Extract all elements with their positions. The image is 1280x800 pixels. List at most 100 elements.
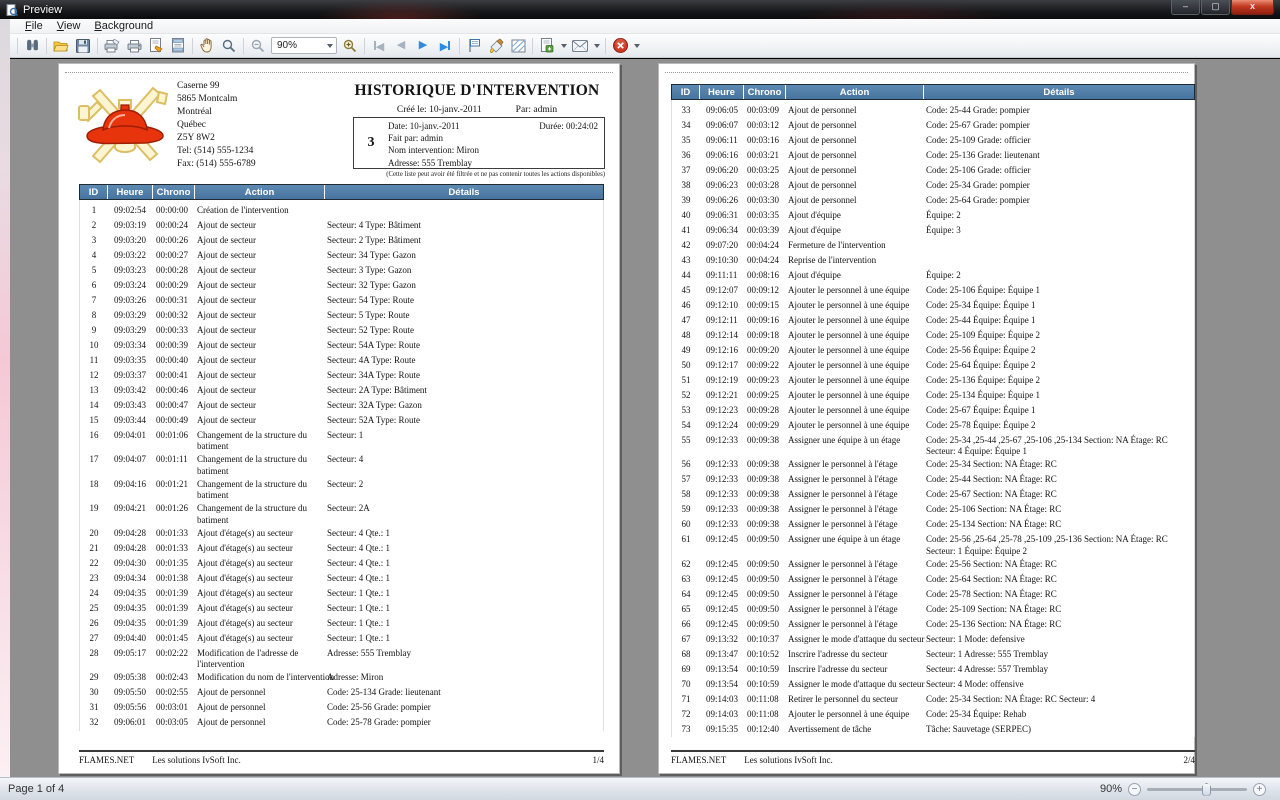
cell-action: Ajout d'étage(s) au secteur bbox=[195, 586, 325, 599]
cell-chrono: 00:01:35 bbox=[153, 556, 195, 569]
maximize-button[interactable]: ▢ bbox=[1201, 0, 1230, 15]
cell-id: 17 bbox=[80, 453, 108, 466]
cell-action: Ajout de personnel bbox=[195, 716, 325, 729]
export-dropdown-button[interactable] bbox=[558, 36, 569, 56]
close-preview-button[interactable] bbox=[609, 36, 631, 56]
cell-action: Ajouter le personnel à une équipe bbox=[786, 283, 924, 296]
status-zoom-value: 90% bbox=[1100, 783, 1122, 795]
cell-id: 54 bbox=[672, 418, 700, 431]
cell-details: Secteur: 1 Qte.: 1 bbox=[325, 631, 603, 644]
preview-work-area[interactable]: Caserne 99 5865 Montcalm Montréal Québec… bbox=[10, 59, 1280, 777]
filter-note: (Cette liste peut avoir été filtrée et n… bbox=[289, 171, 605, 178]
table-row: 4309:10:3000:04:24Reprise de l'intervent… bbox=[672, 253, 1194, 268]
header-footer-button[interactable] bbox=[167, 36, 189, 56]
table-row: 4509:12:0700:09:12Ajouter le personnel à… bbox=[672, 283, 1194, 298]
toolbar-separator bbox=[17, 38, 18, 54]
cell-details: Secteur: 4 Qte.: 1 bbox=[325, 571, 603, 584]
cell-chrono: 00:09:50 bbox=[744, 602, 786, 615]
menu-file[interactable]: File bbox=[18, 20, 50, 32]
toolbar-separator bbox=[459, 38, 460, 54]
zoom-slider[interactable] bbox=[1147, 788, 1247, 791]
first-page-button[interactable]: ◀ bbox=[368, 36, 390, 56]
cell-id: 39 bbox=[672, 193, 700, 206]
cell-action: Ajouter le personnel à une équipe bbox=[786, 358, 924, 371]
close-window-button[interactable]: x bbox=[1231, 0, 1274, 15]
watermark-icon bbox=[511, 39, 526, 53]
header-footer-icon bbox=[171, 38, 185, 53]
cell-chrono: 00:03:25 bbox=[744, 163, 786, 176]
multiple-pages-button[interactable] bbox=[463, 36, 485, 56]
cell-heure: 09:12:10 bbox=[700, 298, 744, 311]
table-row: 2809:05:1700:02:22Modification de l'adre… bbox=[80, 646, 603, 671]
menu-view[interactable]: View bbox=[50, 20, 88, 32]
email-dropdown-button[interactable] bbox=[591, 36, 602, 56]
zoom-combobox[interactable]: 90% bbox=[271, 37, 337, 54]
cell-details: Code: 25-44 Section: NA Étage: RC bbox=[924, 473, 1194, 486]
column-header-id: ID bbox=[672, 85, 700, 99]
cell-id: 25 bbox=[80, 601, 108, 614]
cell-action: Retirer le personnel du secteur bbox=[786, 692, 924, 705]
magnifier-button[interactable] bbox=[218, 36, 240, 56]
fire-department-logo bbox=[75, 78, 175, 168]
cell-chrono: 00:03:35 bbox=[744, 208, 786, 221]
next-page-button[interactable]: ▶ bbox=[412, 36, 434, 56]
send-email-button[interactable] bbox=[569, 36, 591, 56]
open-button[interactable] bbox=[50, 36, 72, 56]
zoom-slider-thumb[interactable] bbox=[1202, 783, 1211, 796]
station-fax: Fax: (514) 555-6789 bbox=[177, 158, 256, 171]
cell-heure: 09:12:45 bbox=[700, 572, 744, 585]
cell-action: Ajout de secteur bbox=[195, 413, 325, 426]
cell-action: Avertissement de tâche bbox=[786, 722, 924, 735]
cell-chrono: 00:02:22 bbox=[153, 646, 195, 659]
previous-page-button[interactable]: ◀ bbox=[390, 36, 412, 56]
column-header-action: Action bbox=[786, 85, 924, 99]
title-bar: Preview – ▢ x bbox=[0, 0, 1280, 19]
cell-id: 34 bbox=[672, 118, 700, 131]
page-setup-button[interactable] bbox=[145, 36, 167, 56]
zoom-in-slider-button[interactable]: + bbox=[1253, 783, 1266, 796]
cell-details: Code: 25-136 Section: NA Étage: RC bbox=[924, 617, 1194, 630]
cell-heure: 09:03:24 bbox=[108, 278, 153, 291]
hand-tool-button[interactable] bbox=[196, 36, 218, 56]
export-icon bbox=[540, 38, 554, 53]
watermark-button[interactable] bbox=[507, 36, 529, 56]
cell-details: Code: 25-56 Section: NA Étage: RC bbox=[924, 557, 1194, 570]
cell-heure: 09:06:26 bbox=[700, 193, 744, 206]
cell-details: Secteur: 1 Qte.: 1 bbox=[325, 586, 603, 599]
table-row: 5909:12:3300:09:38Assigner le personnel … bbox=[672, 503, 1194, 518]
background-color-button[interactable] bbox=[485, 36, 507, 56]
table-row: 4909:12:1600:09:20Ajouter le personnel à… bbox=[672, 343, 1194, 358]
print-button[interactable] bbox=[101, 36, 123, 56]
cell-id: 37 bbox=[672, 163, 700, 176]
cell-chrono: 00:03:12 bbox=[744, 118, 786, 131]
zoom-dropdown-button[interactable] bbox=[323, 38, 336, 53]
created-line: Créé le: 10-janv.-2011 Par: admin bbox=[349, 105, 605, 115]
save-button[interactable] bbox=[72, 36, 94, 56]
table-header: ID Heure Chrono Action Détails bbox=[671, 84, 1195, 100]
cell-chrono: 00:09:38 bbox=[744, 488, 786, 501]
toolbar-overflow-button[interactable] bbox=[631, 36, 642, 56]
find-button[interactable] bbox=[21, 36, 43, 56]
cell-action: Assigner le personnel à l'étage bbox=[786, 503, 924, 516]
cell-action: Modification de l'adresse de l'intervent… bbox=[195, 646, 325, 671]
quick-print-button[interactable] bbox=[123, 36, 145, 56]
zoom-in-button[interactable] bbox=[339, 36, 361, 56]
cell-heure: 09:12:45 bbox=[700, 602, 744, 615]
cell-chrono: 00:04:24 bbox=[744, 253, 786, 266]
zoom-out-slider-button[interactable]: − bbox=[1128, 783, 1141, 796]
cell-id: 12 bbox=[80, 368, 108, 381]
last-page-button[interactable]: ▶ bbox=[434, 36, 456, 56]
minimize-button[interactable]: – bbox=[1171, 0, 1200, 15]
zoom-out-button[interactable] bbox=[247, 36, 269, 56]
cell-details: Code: 25-64 Section: NA Étage: RC bbox=[924, 572, 1194, 585]
cell-chrono: 00:09:18 bbox=[744, 328, 786, 341]
export-button[interactable] bbox=[536, 36, 558, 56]
cell-id: 48 bbox=[672, 328, 700, 341]
cell-action: Ajout de secteur bbox=[195, 263, 325, 276]
menu-background[interactable]: Background bbox=[87, 20, 160, 32]
cell-action: Ajout de secteur bbox=[195, 368, 325, 381]
cell-chrono: 00:09:50 bbox=[744, 533, 786, 546]
cell-id: 4 bbox=[80, 248, 108, 261]
margin-guide bbox=[65, 72, 613, 73]
cell-chrono: 00:01:39 bbox=[153, 601, 195, 614]
